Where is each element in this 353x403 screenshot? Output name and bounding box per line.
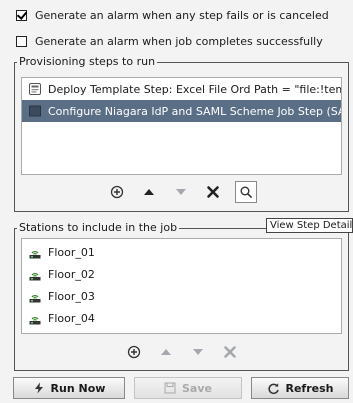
- lightning-icon: [33, 382, 45, 394]
- stations-legend: Stations to include in the job: [17, 221, 180, 235]
- station-item[interactable]: Floor_04: [22, 307, 341, 329]
- refresh-button[interactable]: Refresh: [251, 377, 349, 399]
- step-item-configure-saml[interactable]: Configure Niagara IdP and SAML Scheme Jo…: [22, 100, 341, 122]
- refresh-icon: [267, 382, 280, 395]
- move-down-icon: [171, 182, 191, 202]
- template-step-icon: [28, 82, 42, 96]
- station-item[interactable]: Floor_02: [22, 263, 341, 285]
- add-station-icon[interactable]: [124, 342, 144, 362]
- station-label: Floor_03: [48, 289, 95, 303]
- station-item[interactable]: Floor_01: [22, 241, 341, 263]
- remove-station-icon: [220, 342, 240, 362]
- station-icon: [28, 267, 42, 281]
- stations-group: Stations to include in the job Floor_01 …: [14, 221, 349, 371]
- save-button[interactable]: Save: [134, 377, 242, 399]
- provisioning-steps-list[interactable]: Deploy Template Step: Excel File Ord Pat…: [21, 77, 342, 175]
- provisioning-steps-legend: Provisioning steps to run: [17, 55, 158, 69]
- station-label: Floor_01: [48, 245, 95, 259]
- refresh-label: Refresh: [285, 381, 334, 395]
- steps-toolbar: [15, 179, 348, 205]
- step-item-deploy-template[interactable]: Deploy Template Step: Excel File Ord Pat…: [22, 78, 341, 100]
- run-now-label: Run Now: [50, 381, 106, 395]
- stations-toolbar: [15, 339, 348, 365]
- alarm-on-fail-label: Generate an alarm when any step fails or…: [35, 8, 329, 22]
- alarm-on-complete-label: Generate an alarm when job completes suc…: [35, 34, 323, 48]
- provisioning-steps-group: Provisioning steps to run Deploy Templat…: [14, 55, 349, 212]
- add-step-icon[interactable]: [107, 182, 127, 202]
- station-move-down-icon: [188, 342, 208, 362]
- step-icon: [28, 104, 42, 118]
- station-move-up-icon: [156, 342, 176, 362]
- view-step-details-tooltip: View Step Details: [266, 218, 353, 233]
- station-label: Floor_04: [48, 311, 95, 325]
- run-now-button[interactable]: Run Now: [13, 377, 125, 399]
- station-icon: [28, 289, 42, 303]
- save-icon: [164, 382, 176, 394]
- step-item-label: Deploy Template Step: Excel File Ord Pat…: [48, 82, 342, 96]
- view-step-details-icon[interactable]: [234, 181, 257, 203]
- alarm-on-fail-checkbox[interactable]: [16, 9, 27, 21]
- station-icon: [28, 311, 42, 325]
- move-up-icon[interactable]: [139, 182, 159, 202]
- alarm-on-fail-option[interactable]: Generate an alarm when any step fails or…: [16, 7, 329, 23]
- alarm-on-complete-option[interactable]: Generate an alarm when job completes suc…: [16, 33, 323, 49]
- stations-list[interactable]: Floor_01 Floor_02 Floor_03 Floor_04: [21, 238, 342, 334]
- station-item[interactable]: Floor_03: [22, 285, 341, 307]
- station-label: Floor_02: [48, 267, 95, 281]
- step-item-label: Configure Niagara IdP and SAML Scheme Jo…: [48, 104, 342, 118]
- station-icon: [28, 245, 42, 259]
- remove-step-icon[interactable]: [203, 182, 223, 202]
- save-label: Save: [182, 381, 212, 395]
- alarm-on-complete-checkbox[interactable]: [16, 35, 27, 47]
